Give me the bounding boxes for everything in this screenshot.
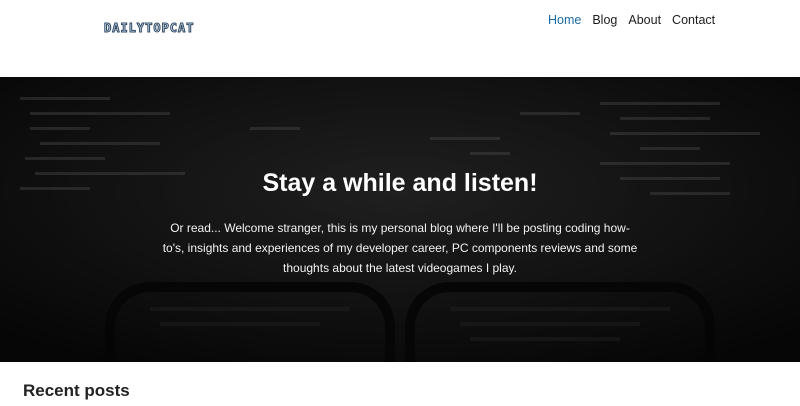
hero-intro-text: Or read... Welcome stranger, this is my … (162, 221, 638, 275)
nav-link-about[interactable]: About (628, 12, 661, 28)
main-nav: Home Blog About Contact (548, 12, 726, 28)
recent-posts-heading: Recent posts (23, 381, 130, 400)
nav-link-home[interactable]: Home (548, 12, 581, 28)
site-header: DAILYTOPCAT Home Blog About Contact (0, 0, 800, 77)
hero-title: Stay a while and listen! (262, 169, 538, 197)
hero-banner: Stay a while and listen! Or read... Welc… (0, 77, 800, 362)
nav-link-contact[interactable]: Contact (672, 12, 715, 28)
hero-content: Stay a while and listen! Or read... Welc… (0, 77, 800, 362)
site-logo[interactable]: DAILYTOPCAT (103, 21, 194, 36)
nav-link-blog[interactable]: Blog (592, 12, 617, 28)
